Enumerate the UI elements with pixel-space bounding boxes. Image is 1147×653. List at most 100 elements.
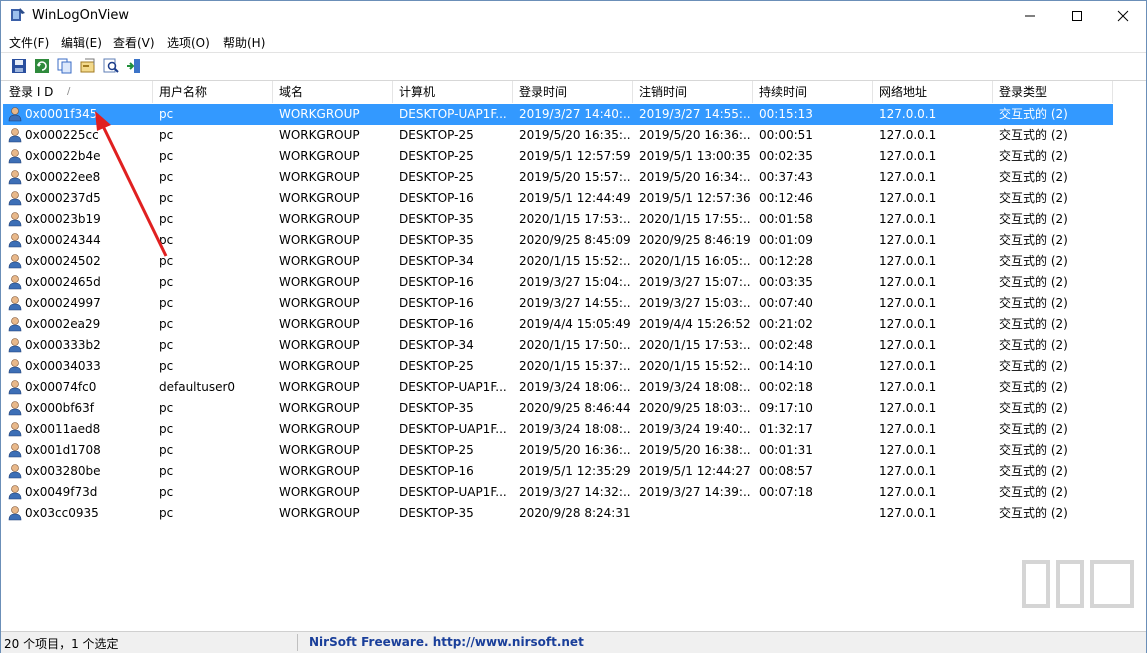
logon-list[interactable]: 登录 I D / 用户名称 域名 计算机 登录时间 注销时间 持续时间 网络地址… [3,81,1146,627]
table-row[interactable]: 0x00074fc0 defaultuser0 WORKGROUP DESKTOP-U… [3,377,1113,398]
column-computer[interactable]: 计算机 [393,81,513,103]
cell-computer: DESKTOP-16 [399,191,474,205]
table-row[interactable]: 0x00024997 pc WORKGROUP DESKTOP-16 2019/3/27… [3,293,1113,314]
cell-network-address: 127.0.0.1 [879,359,937,373]
table-row[interactable]: 0x00022b4e pc WORKGROUP DESKTOP-25 2019/5/1 … [3,146,1113,167]
table-row[interactable]: 0x00023b19 pc WORKGROUP DESKTOP-35 2020/1/15… [3,209,1113,230]
cell-logon-type: 交互式的 (2) [999,107,1068,121]
cell-network-address: 127.0.0.1 [879,107,937,121]
table-row[interactable]: 0x03cc0935 pc WORKGROUP DESKTOP-35 2020/9/28… [3,503,1113,524]
column-label: 登录类型 [999,85,1048,99]
close-button[interactable] [1100,1,1146,31]
cell-network-address: 127.0.0.1 [879,464,937,478]
refresh-icon[interactable] [33,57,51,75]
cell-domain: WORKGROUP [279,359,360,373]
cell-logon-type: 交互式的 (2) [999,317,1068,331]
cell-logon-id: 0x00024344 [25,233,101,247]
cell-duration: 00:08:57 [759,464,813,478]
table-row[interactable]: 0x001d1708 pc WORKGROUP DESKTOP-25 2019/5/20… [3,440,1113,461]
menu-help[interactable]: 帮助(H) [223,34,265,51]
table-row[interactable]: 0x000237d5 pc WORKGROUP DESKTOP-16 2019/5/1 … [3,188,1113,209]
cell-logon-time: 2019/3/24 18:08:... [519,422,631,436]
table-row[interactable]: 0x000bf63f pc WORKGROUP DESKTOP-35 2020/9/25… [3,398,1113,419]
user-icon [8,275,22,290]
user-icon [8,149,22,164]
minimize-button[interactable] [1007,1,1053,31]
user-icon [8,506,22,521]
cell-user-name: pc [159,443,174,457]
cell-computer: DESKTOP-UAP1F... [399,107,507,121]
nirsoft-link[interactable]: NirSoft Freeware. http://www.nirsoft.net [309,635,584,649]
table-row[interactable]: 0x0002ea29 pc WORKGROUP DESKTOP-16 2019/4/4 … [3,314,1113,335]
user-icon [8,191,22,206]
menu-file[interactable]: 文件(F) [9,34,49,51]
exit-icon[interactable] [125,57,143,75]
table-row[interactable]: 0x0002465d pc WORKGROUP DESKTOP-16 2019/3/27… [3,272,1113,293]
cell-computer: DESKTOP-34 [399,254,474,268]
title-bar[interactable]: WinLogOnView [1,1,1146,31]
cell-logon-time: 2020/1/15 17:50:... [519,338,631,352]
menu-edit[interactable]: 编辑(E) [61,34,102,51]
column-logon-id[interactable]: 登录 I D / [3,81,153,103]
cell-duration: 00:02:35 [759,149,813,163]
user-icon [8,212,22,227]
cell-duration: 01:32:17 [759,422,813,436]
table-row[interactable]: 0x0011aed8 pc WORKGROUP DESKTOP-UAP1F... 201… [3,419,1113,440]
table-row[interactable]: 0x003280be pc WORKGROUP DESKTOP-16 2019/5/1 … [3,461,1113,482]
column-label: 网络地址 [879,85,928,99]
cell-domain: WORKGROUP [279,317,360,331]
cell-duration: 00:07:40 [759,296,813,310]
table-row[interactable]: 0x000225cc pc WORKGROUP DESKTOP-25 2019/5/20… [3,125,1113,146]
column-duration[interactable]: 持续时间 [753,81,873,103]
cell-logon-time: 2019/4/4 15:05:49 [519,317,631,331]
column-network-address[interactable]: 网络地址 [873,81,993,103]
column-logoff-time[interactable]: 注销时间 [633,81,753,103]
status-divider [297,634,298,651]
maximize-button[interactable] [1054,1,1100,31]
menu-view[interactable]: 查看(V) [113,34,155,51]
save-icon[interactable] [10,57,28,75]
cell-domain: WORKGROUP [279,128,360,142]
column-logon-time[interactable]: 登录时间 [513,81,633,103]
cell-logon-id: 0x00024502 [25,254,101,268]
cell-duration: 00:12:46 [759,191,813,205]
user-icon [8,359,22,374]
table-row[interactable]: 0x00034033 pc WORKGROUP DESKTOP-25 2020/1/15… [3,356,1113,377]
cell-user-name: pc [159,149,174,163]
menu-options[interactable]: 选项(O) [167,34,210,51]
cell-domain: WORKGROUP [279,191,360,205]
table-row[interactable]: 0x0001f345 pc WORKGROUP DESKTOP-UAP1F... 201… [3,104,1113,125]
user-icon [8,338,22,353]
cell-logon-time: 2019/5/20 16:35:... [519,128,631,142]
cell-user-name: pc [159,128,174,142]
window-title: WinLogOnView [32,8,129,23]
cell-computer: DESKTOP-25 [399,443,474,457]
cell-logon-type: 交互式的 (2) [999,275,1068,289]
cell-logoff-time: 2019/3/27 14:39:... [639,485,751,499]
cell-logon-time: 2019/3/24 18:06:... [519,380,631,394]
copy-icon[interactable] [56,57,74,75]
find-icon[interactable] [102,57,120,75]
cell-network-address: 127.0.0.1 [879,212,937,226]
table-row[interactable]: 0x00022ee8 pc WORKGROUP DESKTOP-25 2019/5/20… [3,167,1113,188]
column-label: 持续时间 [759,85,808,99]
cell-domain: WORKGROUP [279,212,360,226]
cell-domain: WORKGROUP [279,464,360,478]
cell-user-name: pc [159,275,174,289]
column-user-name[interactable]: 用户名称 [153,81,273,103]
column-logon-type[interactable]: 登录类型 [993,81,1113,103]
cell-logon-id: 0x000333b2 [25,338,101,352]
cell-logoff-time: 2019/3/27 15:03:... [639,296,751,310]
cell-logon-id: 0x000bf63f [25,401,94,415]
cell-logon-id: 0x00022b4e [25,149,101,163]
properties-icon[interactable] [79,57,97,75]
table-row[interactable]: 0x000333b2 pc WORKGROUP DESKTOP-34 2020/1/15… [3,335,1113,356]
user-icon [8,107,22,122]
cell-network-address: 127.0.0.1 [879,485,937,499]
cell-network-address: 127.0.0.1 [879,149,937,163]
table-row[interactable]: 0x00024502 pc WORKGROUP DESKTOP-34 2020/1/15… [3,251,1113,272]
column-domain[interactable]: 域名 [273,81,393,103]
cell-duration: 00:21:02 [759,317,813,331]
table-row[interactable]: 0x0049f73d pc WORKGROUP DESKTOP-UAP1F... 201… [3,482,1113,503]
table-row[interactable]: 0x00024344 pc WORKGROUP DESKTOP-35 2020/9/25… [3,230,1113,251]
